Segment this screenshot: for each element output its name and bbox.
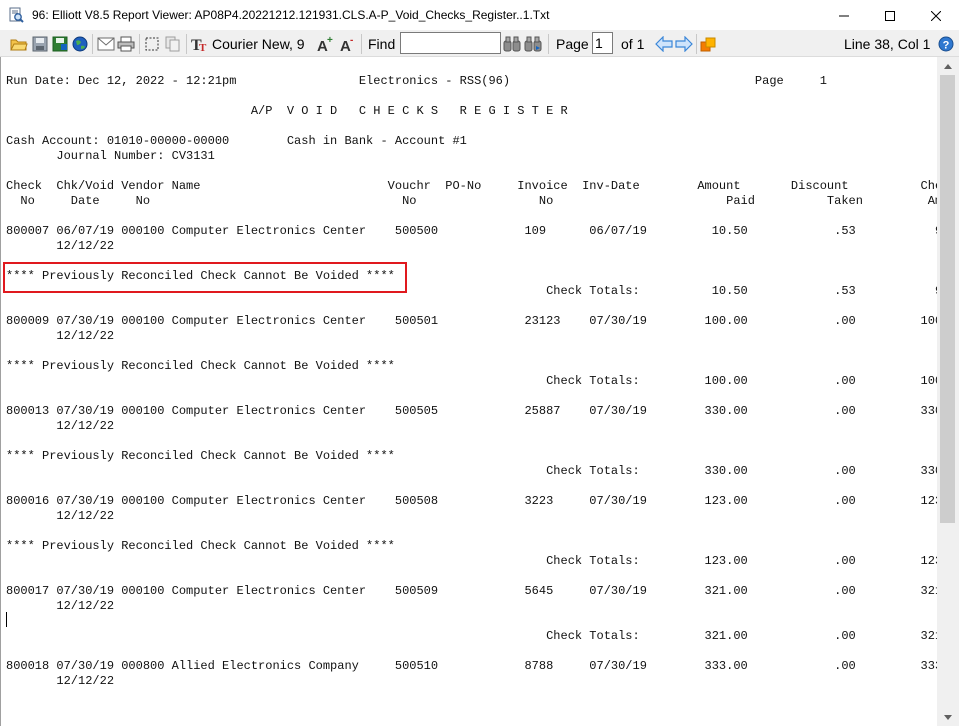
font-smaller-icon[interactable]: A-: [338, 35, 356, 53]
highlight-box: [3, 262, 407, 293]
copy-icon[interactable]: [164, 35, 182, 53]
report-line: 800007 06/07/19 000100 Computer Electron…: [6, 224, 937, 238]
scroll-thumb[interactable]: [940, 75, 955, 523]
save-icon[interactable]: [31, 35, 49, 53]
vertical-scrollbar[interactable]: [937, 57, 959, 726]
report-line: 12/12/22: [6, 329, 115, 343]
svg-text:-: -: [350, 35, 353, 46]
scroll-up-arrow[interactable]: [937, 57, 959, 75]
cursor-position: Line 38, Col 1: [844, 36, 931, 52]
next-page-icon[interactable]: [675, 35, 693, 53]
save-as-icon[interactable]: [51, 35, 69, 53]
maximize-button[interactable]: [867, 0, 913, 31]
report-line: Journal Number: CV3131: [6, 149, 215, 163]
prev-page-icon[interactable]: [655, 35, 673, 53]
report-line: 12/12/22: [6, 509, 115, 523]
report-line: 12/12/22: [6, 599, 115, 613]
binoculars-icon[interactable]: [503, 35, 521, 53]
report-line: 800016 07/30/19 000100 Computer Electron…: [6, 494, 937, 508]
report-line: [6, 644, 937, 659]
find-label: Find: [368, 36, 396, 52]
globe-icon[interactable]: [71, 35, 89, 53]
report-line: [6, 89, 937, 104]
minimize-button[interactable]: [821, 0, 867, 31]
report-line: 800017 07/30/19 000100 Computer Electron…: [6, 584, 937, 598]
report-line: Check Chk/Void Vendor Name Vouchr PO-No …: [6, 179, 937, 193]
report-line: [6, 524, 937, 539]
report-line: 800018 07/30/19 000800 Allied Electronic…: [6, 659, 937, 673]
close-button[interactable]: [913, 0, 959, 31]
report-line: 12/12/22: [6, 674, 115, 688]
report-line: Check Totals: 123.00 .00 123.00: [6, 554, 937, 568]
toolbar: TT Courier New, 9 A+ A- Find Page of 1 L…: [0, 31, 959, 57]
report-line: **** Previously Reconciled Check Cannot …: [6, 359, 395, 373]
app-icon: [8, 7, 24, 23]
report-line: [6, 299, 937, 314]
report-line: [6, 614, 937, 629]
report-line: [6, 434, 937, 449]
print-icon[interactable]: [117, 35, 135, 53]
report-line: Check Totals: 330.00 .00 330.00: [6, 464, 937, 478]
report-line: 800009 07/30/19 000100 Computer Electron…: [6, 314, 937, 328]
report-view[interactable]: Run Date: Dec 12, 2022 - 12:21pm Electro…: [0, 57, 937, 726]
page-label: Page: [556, 36, 589, 52]
font-selector[interactable]: Courier New, 9: [212, 36, 305, 52]
help-icon[interactable]: ?: [937, 35, 955, 53]
report-line: A/P V O I D C H E C K S R E G I S T E R: [6, 104, 568, 118]
report-line: **** Previously Reconciled Check Cannot …: [6, 449, 395, 463]
report-line: No Date No No No Paid Taken Amount: [6, 194, 937, 208]
report-line: [6, 569, 937, 584]
report-line: Run Date: Dec 12, 2022 - 12:21pm Electro…: [6, 74, 827, 88]
page-input[interactable]: [592, 32, 613, 54]
report-line: Cash Account: 01010-00000-00000 Cash in …: [6, 134, 467, 148]
report-line: 800013 07/30/19 000100 Computer Electron…: [6, 404, 937, 418]
scroll-down-arrow[interactable]: [937, 708, 959, 726]
title-bar: 96: Elliott V8.5 Report Viewer: AP08P4.2…: [0, 0, 959, 31]
binoculars-next-icon[interactable]: [524, 35, 542, 53]
window-title: 96: Elliott V8.5 Report Viewer: AP08P4.2…: [32, 8, 550, 22]
report-line: [6, 119, 937, 134]
report-line: [6, 389, 937, 404]
report-line: [6, 344, 937, 359]
find-input[interactable]: [400, 32, 501, 54]
report-text: Run Date: Dec 12, 2022 - 12:21pm Electro…: [6, 74, 937, 689]
email-icon[interactable]: [96, 35, 116, 53]
svg-text:T: T: [199, 42, 207, 53]
font-icon[interactable]: TT: [191, 35, 209, 53]
page-count: of 1: [621, 36, 645, 52]
svg-text:?: ?: [943, 40, 950, 52]
report-line: Check Totals: 100.00 .00 100.00: [6, 374, 937, 388]
report-line: **** Previously Reconciled Check Cannot …: [6, 539, 395, 553]
report-line: [6, 209, 937, 224]
export-icon[interactable]: [700, 35, 718, 53]
text-cursor: [6, 612, 7, 627]
select-icon[interactable]: [144, 35, 160, 53]
font-larger-icon[interactable]: A +: [316, 35, 334, 53]
report-line: 12/12/22: [6, 419, 115, 433]
report-line: [6, 479, 937, 494]
report-line: 12/12/22: [6, 239, 115, 253]
report-line: Check Totals: 321.00 .00 321.00: [6, 629, 937, 643]
open-folder-icon[interactable]: [10, 35, 28, 53]
report-line: [6, 164, 937, 179]
svg-text:+: +: [327, 35, 333, 46]
